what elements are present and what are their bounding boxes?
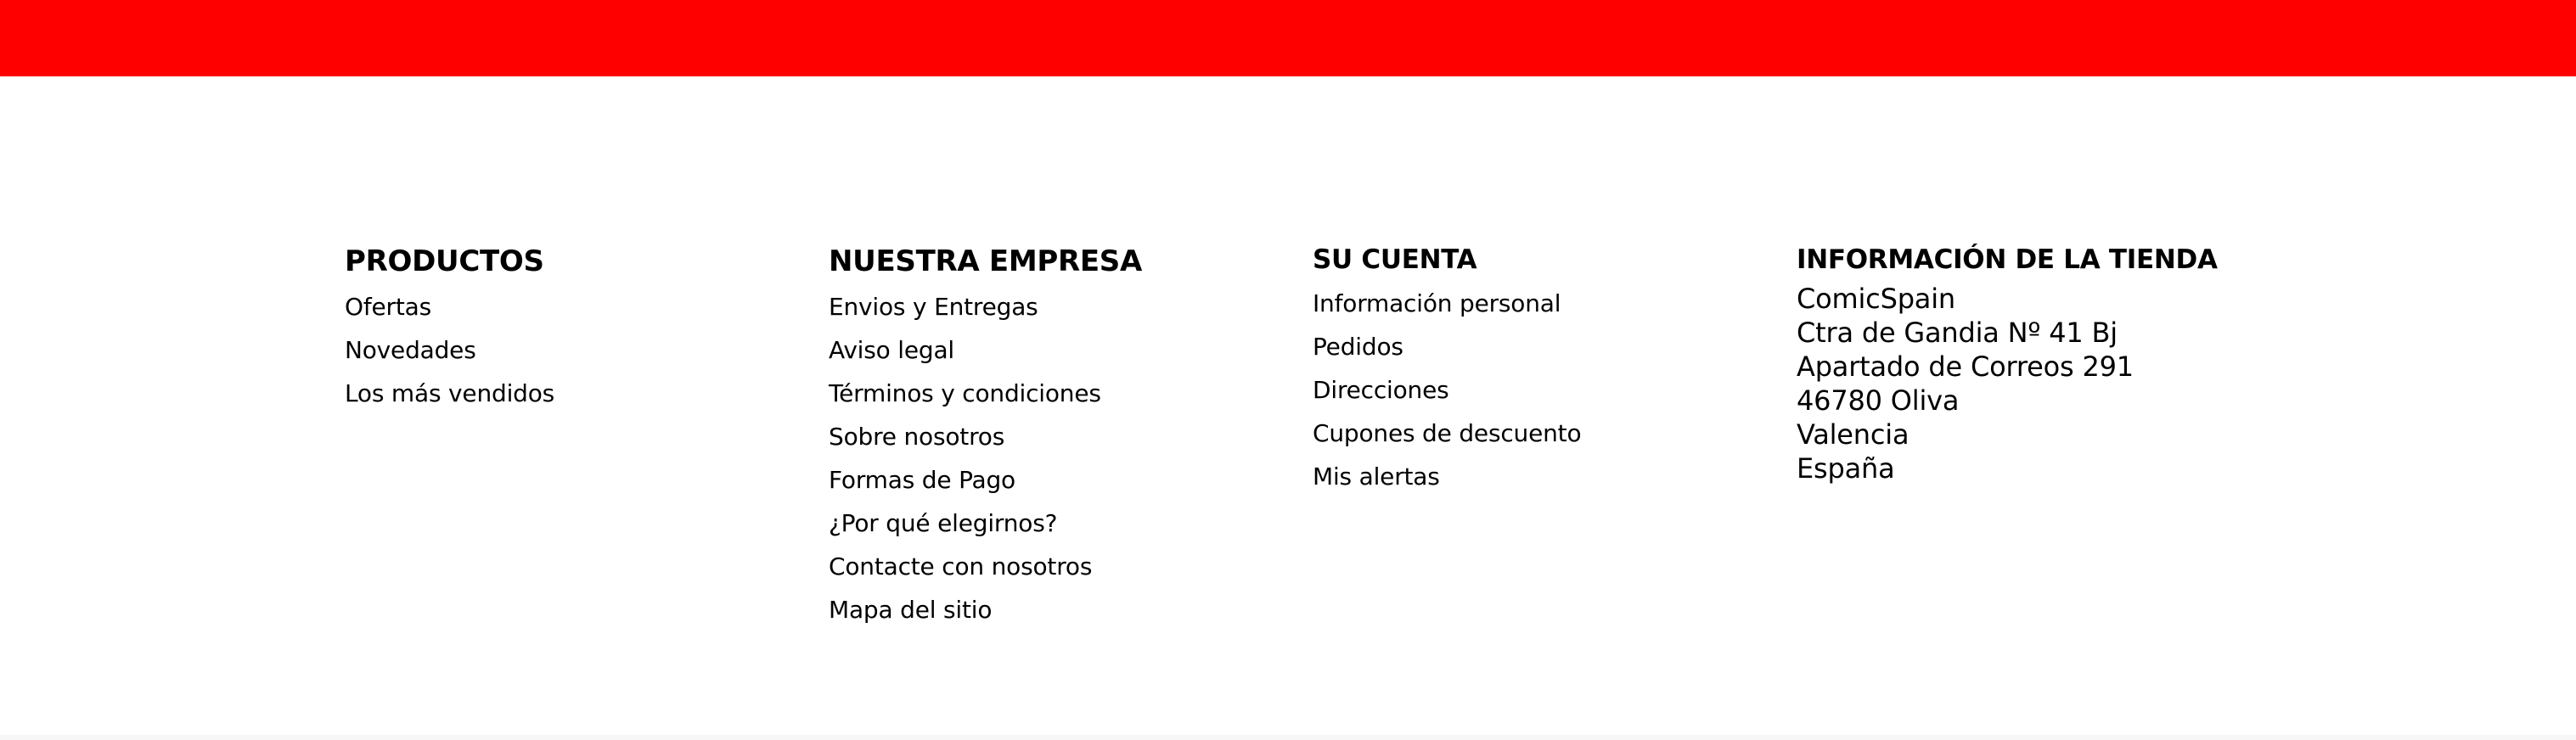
link-pedidos[interactable]: Pedidos <box>1313 333 1403 361</box>
footer-link-item: Términos y condiciones <box>829 372 1287 415</box>
link-envios-y-entregas[interactable]: Envios y Entregas <box>829 293 1038 321</box>
footer-heading-su-cuenta: SU CUENTA <box>1313 244 1477 275</box>
footer-links-productos: Ofertas Novedades Los más vendidos <box>345 285 803 415</box>
footer-link-item: Formas de Pago <box>829 458 1287 502</box>
store-postal-city: 46780 Oliva <box>1797 384 1960 417</box>
footer-column-nuestra-empresa: NUESTRA EMPRESA Envios y Entregas Aviso … <box>829 238 1287 631</box>
footer-link-item: Novedades <box>345 328 803 372</box>
footer-link-item: Envios y Entregas <box>829 285 1287 328</box>
footer-heading-informacion-tienda: INFORMACIÓN DE LA TIENDA <box>1797 244 2218 275</box>
footer-link-item: Direcciones <box>1313 368 1771 412</box>
store-po-box: Apartado de Correos 291 <box>1797 350 2134 383</box>
footer-heading-productos: PRODUCTOS <box>345 244 544 278</box>
footer-link-item: Cupones de descuento <box>1313 412 1771 455</box>
footer-link-item: Mapa del sitio <box>829 588 1287 631</box>
link-sobre-nosotros[interactable]: Sobre nosotros <box>829 423 1004 451</box>
link-los-mas-vendidos[interactable]: Los más vendidos <box>345 379 554 407</box>
store-province: Valencia <box>1797 418 1910 451</box>
footer-links-su-cuenta: Información personal Pedidos Direcciones… <box>1313 282 1771 498</box>
footer-column-informacion-tienda: INFORMACIÓN DE LA TIENDA ComicSpain Ctra… <box>1797 238 2340 485</box>
footer-link-item: Contacte con nosotros <box>829 545 1287 588</box>
footer-link-item: Ofertas <box>345 285 803 328</box>
link-informacion-personal[interactable]: Información personal <box>1313 289 1561 317</box>
store-country: España <box>1797 452 1895 485</box>
store-street: Ctra de Gandia Nº 41 Bj <box>1797 317 2118 349</box>
link-formas-de-pago[interactable]: Formas de Pago <box>829 466 1015 494</box>
footer-link-item: Aviso legal <box>829 328 1287 372</box>
footer-column-su-cuenta: SU CUENTA Información personal Pedidos D… <box>1313 238 1771 498</box>
link-mis-alertas[interactable]: Mis alertas <box>1313 462 1440 491</box>
footer-link-item: ¿Por qué elegirnos? <box>829 502 1287 545</box>
footer-link-item: Mis alertas <box>1313 455 1771 498</box>
link-contacte-con-nosotros[interactable]: Contacte con nosotros <box>829 552 1092 580</box>
link-mapa-del-sitio[interactable]: Mapa del sitio <box>829 596 992 624</box>
footer-link-item: Información personal <box>1313 282 1771 325</box>
footer-link-item: Los más vendidos <box>345 372 803 415</box>
footer-column-productos: PRODUCTOS Ofertas Novedades Los más vend… <box>345 238 803 415</box>
footer-heading-nuestra-empresa: NUESTRA EMPRESA <box>829 244 1142 278</box>
footer-link-item: Sobre nosotros <box>829 415 1287 458</box>
footer-link-item: Pedidos <box>1313 325 1771 368</box>
link-cupones-de-descuento[interactable]: Cupones de descuento <box>1313 419 1582 447</box>
link-por-que-elegirnos[interactable]: ¿Por qué elegirnos? <box>829 509 1057 537</box>
header-red-bar <box>0 0 2576 76</box>
store-name: ComicSpain <box>1797 283 1955 315</box>
link-novedades[interactable]: Novedades <box>345 336 476 364</box>
link-terminos-y-condiciones[interactable]: Términos y condiciones <box>829 379 1101 407</box>
store-address: ComicSpain Ctra de Gandia Nº 41 Bj Apart… <box>1797 282 2340 485</box>
link-ofertas[interactable]: Ofertas <box>345 293 431 321</box>
link-direcciones[interactable]: Direcciones <box>1313 376 1449 404</box>
footer-bottom-strip <box>0 735 2576 740</box>
link-aviso-legal[interactable]: Aviso legal <box>829 336 954 364</box>
footer-links-nuestra-empresa: Envios y Entregas Aviso legal Términos y… <box>829 285 1287 631</box>
